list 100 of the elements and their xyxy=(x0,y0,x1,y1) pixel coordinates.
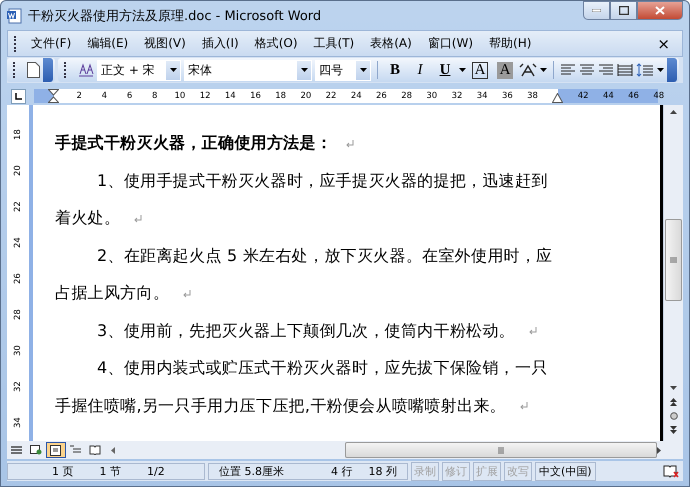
menu-item[interactable]: 窗口(W) xyxy=(422,33,480,54)
ruler-number: 30 xyxy=(14,344,22,358)
document-text: 着火处。 xyxy=(55,208,120,230)
ruler-number: 28 xyxy=(400,90,414,103)
web-layout-icon xyxy=(30,445,42,455)
language-indicator[interactable]: 中文(中国) xyxy=(535,462,596,480)
normal-view-icon xyxy=(11,446,22,454)
styles-icon[interactable] xyxy=(78,62,94,78)
italic-button[interactable]: I xyxy=(409,60,431,80)
menu-item[interactable]: 表格(A) xyxy=(364,33,418,54)
ruler-number: 26 xyxy=(375,90,388,103)
ruler-number: 26 xyxy=(14,272,22,286)
ruler-number: 10 xyxy=(174,90,186,103)
ruler-number: 28 xyxy=(14,308,22,322)
word-document-icon xyxy=(7,8,23,24)
menu-item[interactable]: 文件(F) xyxy=(25,33,78,54)
dropdown-caret-icon xyxy=(540,68,547,72)
status-text: 18 列 xyxy=(368,464,397,478)
grip-icon xyxy=(498,446,504,454)
minimize-icon xyxy=(592,9,601,12)
ruler-number: 20 xyxy=(14,164,22,178)
dropdown-caret-icon xyxy=(657,68,664,72)
line-spacing-icon[interactable] xyxy=(636,63,654,77)
ruler-number: 32 xyxy=(14,380,22,394)
menu-item[interactable]: 视图(V) xyxy=(138,33,192,54)
status-text: 1 节 xyxy=(100,464,121,478)
ruler-number: 14 xyxy=(224,90,237,103)
ruler-number: 32 xyxy=(450,90,464,103)
bold-button[interactable]: B xyxy=(384,60,406,80)
ruler-number: 24 xyxy=(14,236,22,250)
grip-icon xyxy=(670,257,677,263)
next-page-icon[interactable] xyxy=(670,426,677,434)
ruler-number: 22 xyxy=(14,200,22,214)
scroll-up-icon[interactable] xyxy=(670,110,677,114)
status-text: 4 行 xyxy=(331,464,352,478)
document-text: 3、使用前，先把灭火器上下颠倒几次，使筒内干粉松动。 xyxy=(96,320,515,342)
view-button[interactable] xyxy=(46,442,66,458)
align-right-icon[interactable] xyxy=(598,64,614,76)
close-button[interactable] xyxy=(637,1,683,20)
previous-page-icon[interactable] xyxy=(670,398,677,406)
ruler-number: 18 xyxy=(274,90,288,103)
indent-marker[interactable] xyxy=(48,89,59,103)
browse-object-icon[interactable] xyxy=(670,412,678,420)
ruler-number: 20 xyxy=(299,90,312,103)
border-button[interactable]: A xyxy=(472,62,488,78)
style-dropdown[interactable]: 正文 + 宋 xyxy=(97,60,181,80)
spelling-book-icon[interactable] xyxy=(663,464,679,478)
maximize-button[interactable] xyxy=(610,1,637,20)
close-icon xyxy=(655,6,665,15)
scroll-down-icon[interactable] xyxy=(670,386,677,390)
dropdown-caret-icon xyxy=(170,68,176,72)
menu-item[interactable]: 工具(T) xyxy=(308,33,360,54)
shading-button[interactable]: A xyxy=(497,62,513,78)
right-indent-marker[interactable] xyxy=(552,93,563,103)
ruler-number: 8 xyxy=(151,90,158,103)
status-text: 1/2 xyxy=(147,464,165,478)
dropdown-caret-icon xyxy=(360,68,366,72)
ruler-number: 46 xyxy=(627,90,640,103)
ruler-number: 34 xyxy=(476,90,489,103)
distribute-icon[interactable] xyxy=(617,63,633,77)
ruler-number: 18 xyxy=(14,128,22,142)
dropdown-caret-icon xyxy=(459,68,466,72)
status-text: 位置 5.8厘米 xyxy=(219,464,284,478)
document-text: 1、使用手提式干粉灭火器时，应手提灭火器的提把，迅速赶到 xyxy=(96,170,548,192)
new-document-icon[interactable] xyxy=(27,62,40,78)
align-center-icon[interactable] xyxy=(579,64,595,76)
ruler-number: 48 xyxy=(652,90,666,103)
close-document-button[interactable]: × xyxy=(651,32,676,54)
ruler-number: 16 xyxy=(249,90,262,103)
page-layout-icon xyxy=(50,444,62,456)
ruler-number: 44 xyxy=(602,90,615,103)
ruler-number: 38 xyxy=(526,90,539,103)
ruler-number: 36 xyxy=(500,90,514,103)
ruler-number: 6 xyxy=(126,90,134,103)
window-title: 干粉灭火器使用方法及原理.doc - Microsoft Word xyxy=(28,8,322,24)
menu-item[interactable]: 插入(I) xyxy=(196,33,245,54)
scroll-left-icon[interactable] xyxy=(110,446,115,454)
menu-item[interactable]: 帮助(H) xyxy=(483,33,538,54)
ruler-number: 12 xyxy=(198,90,212,103)
underline-button[interactable]: U xyxy=(434,60,456,80)
text-scale-icon[interactable] xyxy=(519,63,537,77)
tab-selector[interactable] xyxy=(11,88,26,104)
scroll-thumb[interactable] xyxy=(344,442,657,458)
ruler-number: 4 xyxy=(100,90,108,103)
document-text: 4、使用内装式或贮压式干粉灭火器时，应先拔下保险销，一只 xyxy=(96,358,548,380)
ruler-number: 34 xyxy=(14,416,22,430)
ruler-number: 22 xyxy=(324,90,338,103)
menu-item[interactable]: 编辑(E) xyxy=(81,33,134,54)
align-left-icon[interactable] xyxy=(560,64,576,76)
status-text: 1 页 xyxy=(52,464,74,478)
font-dropdown[interactable]: 宋体 xyxy=(184,60,312,80)
font-size-dropdown[interactable]: 四号 xyxy=(315,60,371,80)
menu-item[interactable]: 格式(O) xyxy=(248,33,304,54)
dropdown-caret-icon xyxy=(300,68,308,72)
left-tab-icon xyxy=(15,92,22,100)
document-text: 占据上风方向。 xyxy=(55,283,170,304)
minimize-button[interactable] xyxy=(583,1,610,20)
ruler-number: 30 xyxy=(425,90,438,103)
ruler-number: 42 xyxy=(576,90,590,103)
scroll-thumb[interactable] xyxy=(665,219,682,301)
